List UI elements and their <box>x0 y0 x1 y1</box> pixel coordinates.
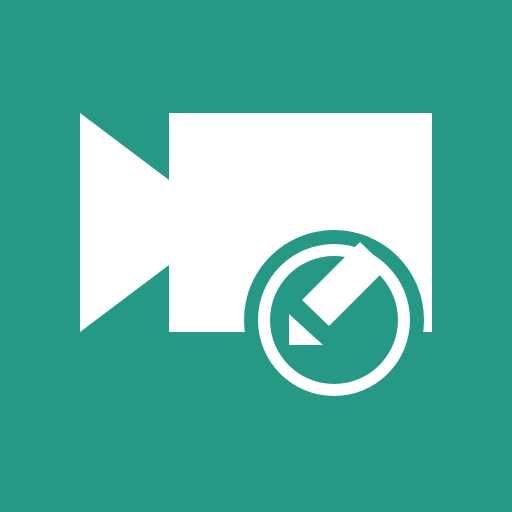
video-camera-edit-icon <box>0 0 512 512</box>
app-icon <box>0 0 512 512</box>
